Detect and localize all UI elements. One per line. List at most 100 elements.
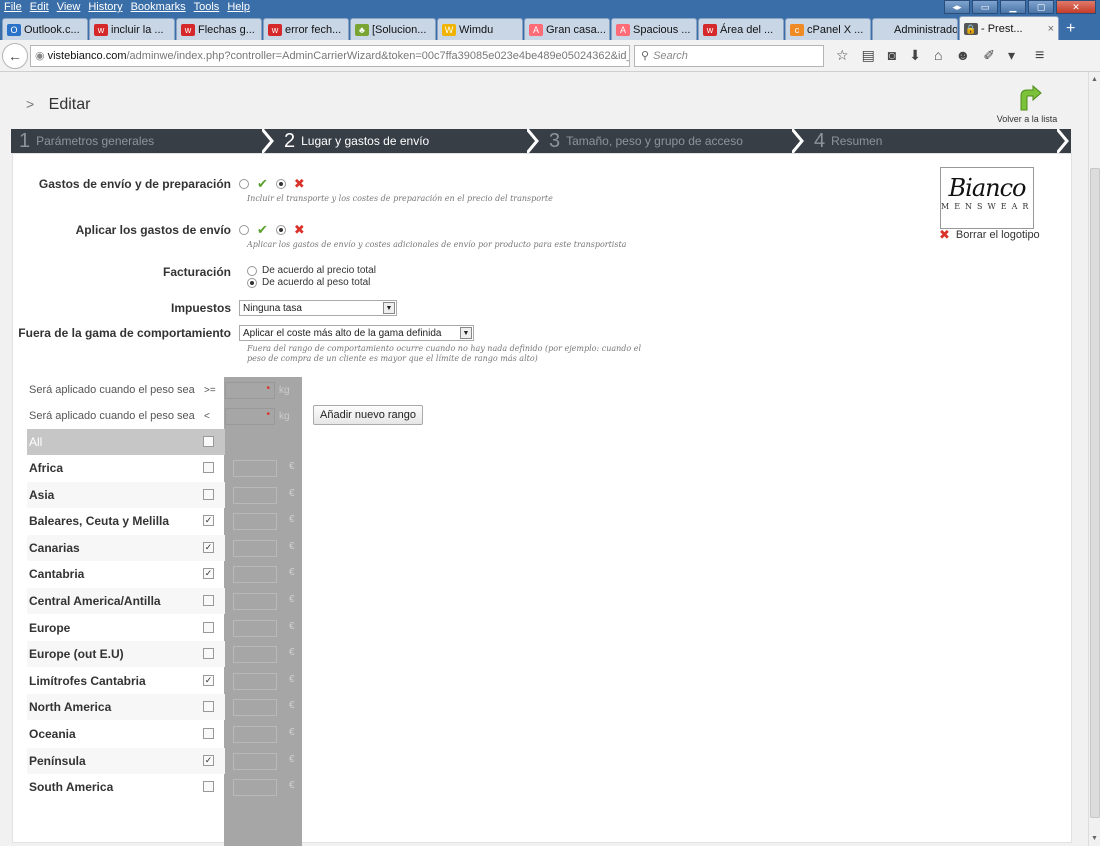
- zone-checkbox[interactable]: [203, 462, 214, 473]
- tab[interactable]: A Spacious ...: [611, 18, 697, 40]
- back-arrow-icon[interactable]: ←: [2, 42, 28, 69]
- range-to-row: Será aplicado cuando el peso sea < • kg: [27, 403, 290, 429]
- download-icon[interactable]: ⬇: [909, 47, 921, 64]
- close-tab-icon[interactable]: ×: [1048, 19, 1054, 39]
- tab-active[interactable]: 🔒 - Prest... ×: [959, 16, 1059, 40]
- zone-price-input[interactable]: [233, 486, 277, 504]
- tab[interactable]: W Wimdu: [437, 18, 523, 40]
- resize-icon[interactable]: ▭: [972, 0, 998, 14]
- plant-icon: ♣: [355, 23, 369, 36]
- zone-price-input[interactable]: [233, 593, 277, 610]
- apply-shipping-no-radio[interactable]: [275, 225, 286, 235]
- bookmark-star-icon[interactable]: ☆: [836, 47, 849, 64]
- tab[interactable]: O Outlook.c...: [2, 18, 88, 40]
- menu-tools[interactable]: Tools: [194, 1, 220, 13]
- range-from-input[interactable]: •: [225, 381, 275, 399]
- wizard-step-2[interactable]: 2 Lugar y gastos de envío: [276, 129, 541, 153]
- zone-checkbox[interactable]: ✓: [203, 674, 214, 686]
- menu-help[interactable]: Help: [227, 1, 250, 13]
- scroll-up-icon[interactable]: ▲: [1091, 76, 1098, 83]
- chat-icon[interactable]: ☻: [955, 47, 970, 64]
- zone-price-input[interactable]: [233, 672, 277, 690]
- range-to-input[interactable]: •: [225, 407, 275, 425]
- scroll-thumb[interactable]: [1090, 168, 1100, 818]
- zone-price-input[interactable]: [233, 619, 277, 637]
- tab[interactable]: ♣ [Solucion...: [350, 18, 436, 40]
- menu-bookmarks[interactable]: Bookmarks: [131, 1, 186, 13]
- wizard-step-1[interactable]: 1 Parámetros generales: [11, 129, 276, 153]
- tab[interactable]: A Gran casa...: [524, 18, 610, 40]
- zone-price-input[interactable]: [233, 460, 277, 477]
- menu-edit[interactable]: Edit: [30, 1, 49, 13]
- billing-weight-radio[interactable]: [247, 277, 257, 288]
- zone-checkbox[interactable]: [203, 488, 214, 500]
- minimize-icon[interactable]: ▁: [1000, 0, 1026, 14]
- zone-checkbox[interactable]: [203, 728, 214, 739]
- zone-price-input[interactable]: [233, 646, 277, 664]
- out-of-range-select[interactable]: Aplicar el coste más alto de la gama def…: [239, 325, 474, 341]
- menu-file[interactable]: File: [4, 1, 22, 13]
- required-marker: •: [266, 382, 270, 394]
- zone-checkbox[interactable]: [203, 621, 214, 633]
- tab[interactable]: w incluir la ...: [89, 18, 175, 40]
- required-marker: •: [266, 408, 270, 420]
- wizard-steps: 1 Parámetros generales 2 Lugar y gastos …: [11, 129, 1071, 153]
- url-bar[interactable]: ◉ vistebianco.com /adminwe/index.php?con…: [30, 44, 630, 67]
- hamburger-menu-icon[interactable]: ≡: [1035, 47, 1044, 65]
- out-of-range-row: Fuera de la gama de comportamiento Aplic…: [13, 325, 474, 341]
- tab-label: error fech...: [285, 23, 342, 36]
- zone-price-input[interactable]: [233, 539, 277, 557]
- zone-price-input[interactable]: [233, 699, 277, 717]
- overflow-chevron-icon[interactable]: ▾: [1008, 47, 1015, 64]
- pocket-icon[interactable]: ◙: [888, 47, 896, 64]
- reading-list-icon[interactable]: ▤: [862, 47, 875, 64]
- shipping-handling-no-radio[interactable]: [275, 179, 286, 189]
- zone-name: Península: [29, 753, 86, 768]
- maximize-icon[interactable]: ▢: [1028, 0, 1054, 14]
- zone-checkbox[interactable]: ✓: [203, 754, 214, 766]
- logo-sub-text: MENSWEAR: [941, 202, 1034, 211]
- page-scrollbar[interactable]: ▲ ▼: [1088, 72, 1100, 846]
- tax-select[interactable]: Ninguna tasa ▼: [239, 300, 397, 316]
- zone-checkbox[interactable]: ✓: [203, 541, 214, 553]
- shipping-handling-yes-radio[interactable]: [239, 179, 249, 189]
- extension-icon[interactable]: ✐: [983, 47, 995, 64]
- zone-price-input[interactable]: [233, 726, 277, 743]
- tab[interactable]: w Área del ...: [698, 18, 784, 40]
- billing-option-weight[interactable]: De acuerdo al peso total: [247, 277, 370, 288]
- apply-shipping-yes-radio[interactable]: [239, 225, 249, 235]
- wizard-step-3[interactable]: 3 Tamaño, peso y grupo de acceso: [541, 129, 806, 153]
- zone-checkbox[interactable]: [203, 781, 214, 793]
- tab[interactable]: w Flechas g...: [176, 18, 262, 40]
- zone-price-input[interactable]: [233, 779, 277, 797]
- zone-checkbox[interactable]: [203, 648, 214, 660]
- zone-checkbox[interactable]: ✓: [203, 515, 214, 527]
- zone-price-input[interactable]: [233, 752, 277, 770]
- back-to-list-button[interactable]: Volver a la lista: [992, 84, 1062, 124]
- scroll-down-icon[interactable]: ▼: [1091, 835, 1098, 842]
- tab[interactable]: c cPanel X ...: [785, 18, 871, 40]
- tab[interactable]: Administrado...: [872, 18, 958, 40]
- restore-icon[interactable]: ◂▸: [944, 0, 970, 14]
- tab-label: Outlook.c...: [24, 23, 80, 36]
- zone-checkbox[interactable]: [203, 701, 214, 713]
- zone-all-checkbox[interactable]: [203, 436, 214, 447]
- menu-view[interactable]: View: [57, 1, 81, 13]
- delete-logo-link[interactable]: ✖ Borrar el logotipo: [939, 227, 1040, 243]
- zone-price-input[interactable]: [233, 513, 277, 531]
- close-window-icon[interactable]: ✕: [1056, 0, 1096, 14]
- zone-checkbox[interactable]: [203, 595, 214, 606]
- search-field[interactable]: ⚲ Search: [634, 44, 824, 67]
- tab[interactable]: w error fech...: [263, 18, 349, 40]
- wizard-step-4[interactable]: 4 Resumen: [806, 129, 1071, 153]
- apply-shipping-row: Aplicar los gastos de envío ✔ ✖: [13, 222, 305, 238]
- zone-price-input[interactable]: [233, 566, 277, 584]
- billing-option-price[interactable]: De acuerdo al precio total: [247, 265, 376, 276]
- zone-checkbox[interactable]: ✓: [203, 568, 214, 580]
- menu-history[interactable]: History: [88, 1, 122, 13]
- home-icon[interactable]: ⌂: [934, 47, 942, 64]
- billing-price-radio[interactable]: [247, 265, 257, 276]
- tab-label: Administrado...: [894, 23, 958, 36]
- new-tab-icon[interactable]: +: [1066, 18, 1075, 40]
- add-range-button[interactable]: Añadir nuevo rango: [313, 405, 424, 425]
